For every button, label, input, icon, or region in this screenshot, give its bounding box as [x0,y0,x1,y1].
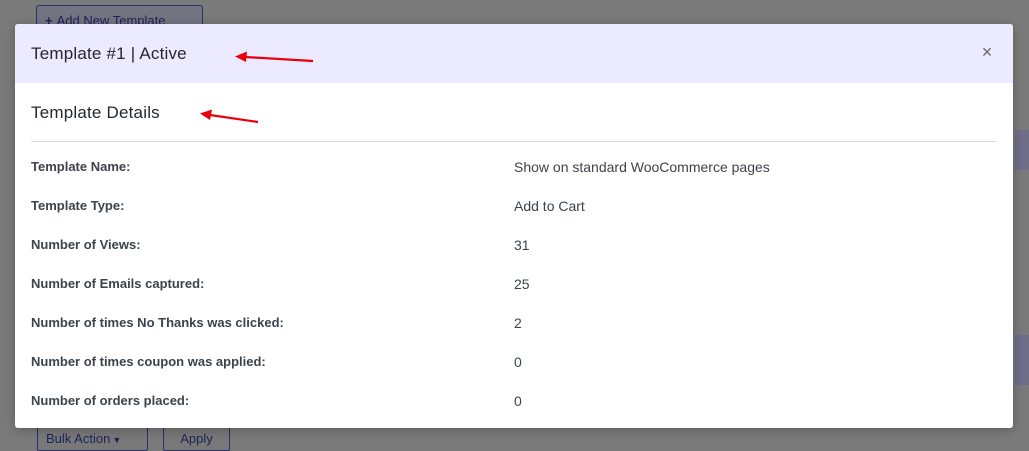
detail-row: Number of orders placed: 0 [31,393,997,428]
template-details-modal: Template #1 | Active × Template Details … [15,24,1013,428]
detail-value: 0 [514,354,522,370]
detail-row: Number of Views: 31 [31,237,997,276]
detail-row: Number of Emails captured: 25 [31,276,997,315]
apply-button[interactable]: Apply [163,427,230,451]
background-strip [1015,335,1029,385]
detail-label: Template Name: [31,159,131,174]
red-arrow-annotation [235,51,314,63]
detail-label: Number of times No Thanks was clicked: [31,315,284,330]
caret-down-icon: ▼ [112,435,122,445]
modal-body: Template Details Template Name: Show on … [15,83,1013,428]
detail-label: Number of Emails captured: [31,276,205,291]
detail-value: 2 [514,315,522,331]
detail-label: Number of orders placed: [31,393,190,408]
detail-row: Number of times No Thanks was clicked: 2 [31,315,997,354]
section-title: Template Details [31,83,997,142]
bulk-action-label: Bulk Action [46,431,111,446]
detail-label: Number of times coupon was applied: [31,354,266,369]
details-list: Template Name: Show on standard WooComme… [31,159,997,428]
detail-label: Template Type: [31,198,125,213]
close-icon[interactable]: × [979,43,995,61]
bulk-action-select[interactable]: Bulk Action ▼ [37,427,148,451]
background-strip [1015,130,1029,170]
detail-row: Template Name: Show on standard WooComme… [31,159,997,198]
detail-value: 0 [514,393,522,409]
detail-row: Template Type: Add to Cart [31,198,997,237]
modal-title: Template #1 | Active [31,44,187,63]
detail-label: Number of Views: [31,237,141,252]
modal-header: Template #1 | Active × [15,24,1013,83]
detail-row: Number of times coupon was applied: 0 [31,354,997,393]
red-arrow-annotation [200,109,259,124]
detail-value: Add to Cart [514,198,585,214]
detail-value: Show on standard WooCommerce pages [514,159,770,175]
detail-value: 31 [514,237,530,253]
detail-value: 25 [514,276,530,292]
